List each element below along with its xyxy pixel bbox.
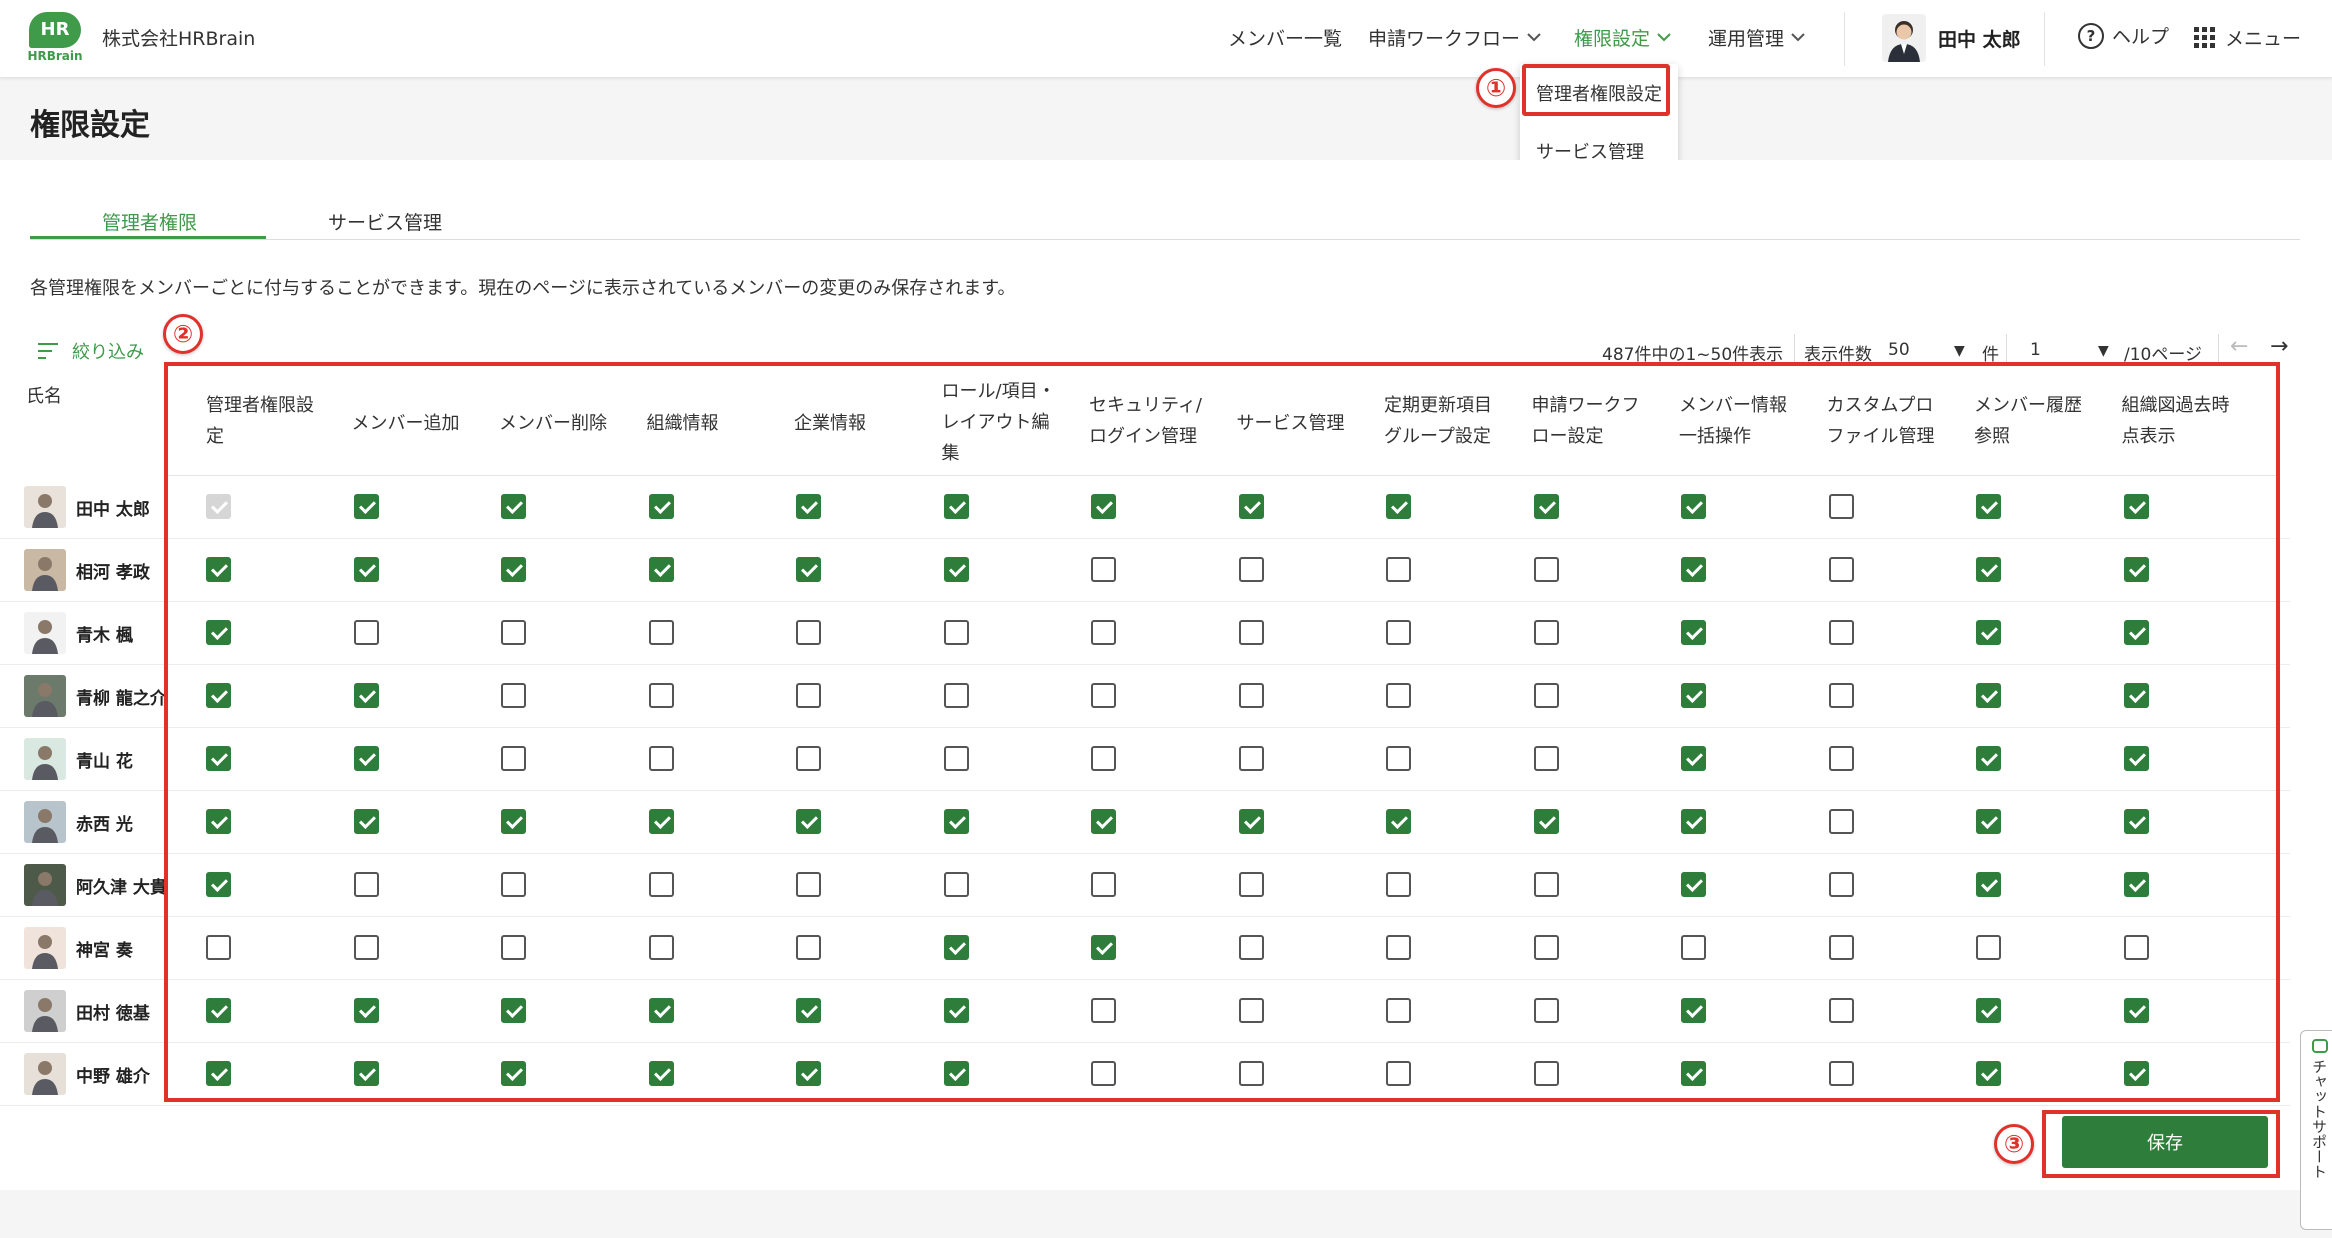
table-row-member: 青柳 龍之介 [24, 675, 174, 717]
nav-operations[interactable]: 運用管理 [1708, 24, 1806, 51]
member-avatar [24, 486, 66, 528]
filter-button[interactable]: 絞り込み [38, 338, 144, 364]
prev-page-arrow-icon[interactable]: ← [2230, 334, 2248, 359]
chat-bubble-icon [2311, 1039, 2328, 1053]
tab-admin-permission[interactable]: 管理者権限 [102, 208, 197, 235]
member-avatar [24, 1053, 66, 1095]
page-description: 各管理権限をメンバーごとに付与することができます。現在のページに表示されているメ… [30, 278, 1016, 299]
per-page-select[interactable]: 50 [1888, 340, 1988, 360]
nav-label: メンバー一覧 [1228, 28, 1343, 50]
table-row-member: 相河 孝政 [24, 549, 174, 591]
member-name: 青木 楓 [76, 625, 133, 646]
table-row-member: 阿久津 大貴 [24, 864, 174, 906]
pager-divider [2218, 334, 2219, 364]
user-name[interactable]: 田中 太郎 [1938, 25, 2021, 52]
nav-label: 運用管理 [1708, 28, 1785, 50]
chevron-down-icon [1656, 30, 1672, 46]
page-value: 1 [2030, 340, 2041, 360]
filter-label: 絞り込み [72, 342, 144, 363]
page-title: 権限設定 [30, 108, 150, 143]
pager-divider [2006, 334, 2007, 364]
chevron-down-icon [1526, 30, 1542, 46]
annotation-badge-1: ① [1476, 68, 1516, 108]
pager-divider [1794, 334, 1795, 364]
header-divider [2044, 12, 2045, 66]
menu-button[interactable]: メニュー [2194, 24, 2301, 51]
member-name: 中野 雄介 [76, 1066, 150, 1087]
member-avatar [24, 927, 66, 969]
member-avatar [24, 612, 66, 654]
company-name: 株式会社HRBrain [102, 28, 256, 50]
menu-label: メニュー [2225, 28, 2302, 50]
table-row-member: 青木 楓 [24, 612, 174, 654]
annotation-badge-2: ② [163, 314, 203, 354]
nav-member-list[interactable]: メンバー一覧 [1228, 24, 1342, 51]
header-divider [1844, 12, 1845, 66]
member-name: 田中 太郎 [76, 499, 150, 520]
help-icon: ? [2078, 22, 2104, 49]
nav-permission-settings[interactable]: 権限設定 [1574, 24, 1672, 51]
active-tab-indicator [30, 236, 266, 239]
member-name: 相河 孝政 [76, 562, 150, 583]
chat-support-tab[interactable]: チャットサポート [2300, 1030, 2332, 1230]
nav-workflow[interactable]: 申請ワークフロー [1368, 24, 1542, 51]
chat-support-label: チャットサポート [2310, 1059, 2328, 1179]
member-avatar [24, 801, 66, 843]
member-name: 神宮 奏 [76, 940, 133, 961]
table-row-member: 中野 雄介 [24, 1053, 174, 1095]
annotation-badge-3: ③ [1994, 1124, 2034, 1164]
per-page-dropdown-icon[interactable]: ▼ [1954, 340, 1965, 360]
table-row-member: 田村 徳基 [24, 990, 174, 1032]
tabs-divider [30, 239, 2300, 240]
help-label: ヘルプ [2112, 26, 2170, 48]
app-header: HR HRBrain 株式会社HRBrain メンバー一覧 申請ワークフロー 権… [0, 0, 2332, 78]
tab-service-management[interactable]: サービス管理 [328, 208, 442, 235]
member-avatar [24, 864, 66, 906]
member-name: 田村 徳基 [76, 1003, 150, 1024]
annotation-table-box [164, 362, 2280, 1102]
table-row-member: 神宮 奏 [24, 927, 174, 969]
page-dropdown-icon[interactable]: ▼ [2098, 340, 2109, 360]
nav-label: 申請ワークフロー [1368, 28, 1521, 50]
user-avatar[interactable] [1882, 14, 1926, 62]
member-avatar [24, 990, 66, 1032]
nav-label: 権限設定 [1574, 28, 1651, 50]
member-name: 阿久津 大貴 [76, 877, 167, 898]
table-row-member: 赤西 光 [24, 801, 174, 843]
per-page-value: 50 [1888, 340, 1910, 360]
page-select[interactable]: 1 [2030, 340, 2041, 360]
chevron-down-icon [1790, 30, 1806, 46]
member-name: 青柳 龍之介 [76, 688, 167, 709]
save-button[interactable]: 保存 [2062, 1116, 2268, 1168]
logo-mark: HR [29, 12, 81, 48]
member-avatar [24, 549, 66, 591]
hrbrain-logo[interactable]: HR HRBrain [26, 12, 84, 63]
member-name: 赤西 光 [76, 814, 133, 835]
help-link[interactable]: ? ヘルプ [2078, 22, 2169, 49]
member-name: 青山 花 [76, 751, 133, 772]
logo-text: HRBrain [27, 49, 83, 63]
annotation-highlight-box [1522, 64, 1670, 116]
member-avatar [24, 738, 66, 780]
grid-menu-icon [2194, 27, 2215, 48]
table-row-divider [0, 1105, 2290, 1106]
next-page-arrow-icon[interactable]: → [2270, 334, 2288, 359]
table-row-member: 青山 花 [24, 738, 174, 780]
filter-icon [38, 343, 60, 359]
member-avatar [24, 675, 66, 717]
table-row-member: 田中 太郎 [24, 486, 174, 528]
name-column-header: 氏名 [26, 386, 62, 407]
